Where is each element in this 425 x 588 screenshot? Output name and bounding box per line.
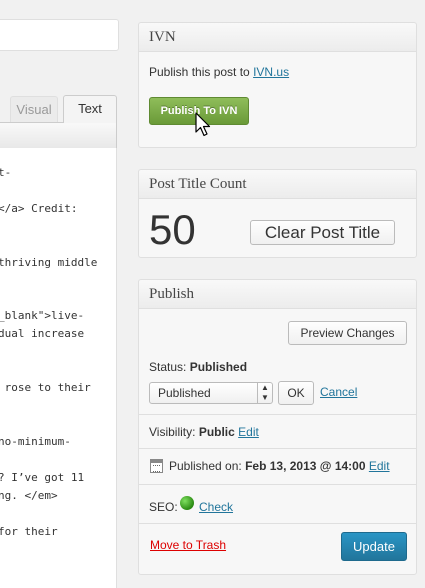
post-title-count-box: Post Title Count 50 Clear Post Title bbox=[138, 169, 417, 258]
code-line: _blank">live- bbox=[0, 309, 85, 322]
calendar-icon bbox=[150, 459, 163, 473]
ivn-box: IVN Publish this post to IVN.us Publish … bbox=[138, 22, 417, 148]
move-to-trash-link[interactable]: Move to Trash bbox=[150, 538, 226, 552]
tab-visual[interactable]: Visual bbox=[10, 96, 58, 123]
seo-label: SEO: bbox=[149, 500, 178, 514]
divider bbox=[139, 523, 416, 524]
status-label: Status: bbox=[149, 360, 187, 374]
ivn-link[interactable]: IVN.us bbox=[253, 65, 289, 79]
status-select[interactable]: Published ▲ ▼ bbox=[149, 382, 273, 404]
ivn-publish-text: Publish this post to bbox=[149, 65, 250, 79]
divider bbox=[139, 414, 416, 415]
publish-box: Publish Preview Changes Status: Publishe… bbox=[138, 279, 417, 575]
status-select-value: Published bbox=[158, 386, 211, 400]
title-count-value: 50 bbox=[149, 206, 196, 253]
published-on-edit-link[interactable]: Edit bbox=[369, 459, 390, 473]
visibility-value: Public bbox=[198, 425, 235, 439]
mouse-cursor-icon bbox=[195, 112, 211, 137]
preview-changes-button[interactable]: Preview Changes bbox=[288, 321, 407, 345]
editor-text-area[interactable]: t- </a> Credit: thriving middle _blank">… bbox=[0, 148, 117, 588]
update-button[interactable]: Update bbox=[341, 532, 407, 561]
post-title-count-title: Post Title Count bbox=[139, 170, 416, 199]
code-line: rose to their bbox=[0, 381, 91, 394]
status-line: Status: Published bbox=[149, 360, 247, 374]
code-line: no-minimum- bbox=[0, 435, 71, 448]
code-line: ? I’ve got 11 bbox=[0, 471, 85, 484]
tab-text[interactable]: Text bbox=[63, 95, 117, 123]
ivn-box-title: IVN bbox=[139, 23, 416, 52]
seo-status-icon bbox=[180, 496, 194, 510]
post-title-input[interactable] bbox=[0, 19, 119, 51]
divider bbox=[139, 484, 416, 485]
cancel-link[interactable]: Cancel bbox=[320, 385, 357, 399]
seo-check-link[interactable]: Check bbox=[199, 500, 233, 514]
divider bbox=[139, 448, 416, 449]
published-on-value: Feb 13, 2013 @ 14:00 bbox=[245, 459, 366, 473]
code-line: dual increase bbox=[0, 327, 85, 340]
ivn-publish-line: Publish this post to IVN.us bbox=[149, 65, 289, 79]
visibility-edit-link[interactable]: Edit bbox=[238, 425, 259, 439]
status-value: Published bbox=[189, 360, 248, 374]
visibility-label: Visibility: bbox=[149, 425, 196, 439]
publish-box-title: Publish bbox=[139, 280, 416, 309]
code-line: for their bbox=[0, 525, 58, 538]
code-line: thriving middle bbox=[0, 256, 98, 269]
editor-toolbar bbox=[0, 122, 117, 149]
visibility-line: Visibility: Public Edit bbox=[149, 425, 259, 439]
code-line: </a> Credit: bbox=[0, 202, 78, 215]
ok-button[interactable]: OK bbox=[278, 381, 314, 405]
code-line: ng. </em> bbox=[0, 489, 58, 502]
select-arrows-icon: ▲ ▼ bbox=[257, 383, 272, 403]
code-line: t- bbox=[0, 166, 12, 179]
clear-post-title-button[interactable]: Clear Post Title bbox=[250, 220, 395, 245]
published-on-line: Published on: Feb 13, 2013 @ 14:00 Edit bbox=[169, 459, 390, 473]
published-on-label: Published on: bbox=[169, 459, 242, 473]
